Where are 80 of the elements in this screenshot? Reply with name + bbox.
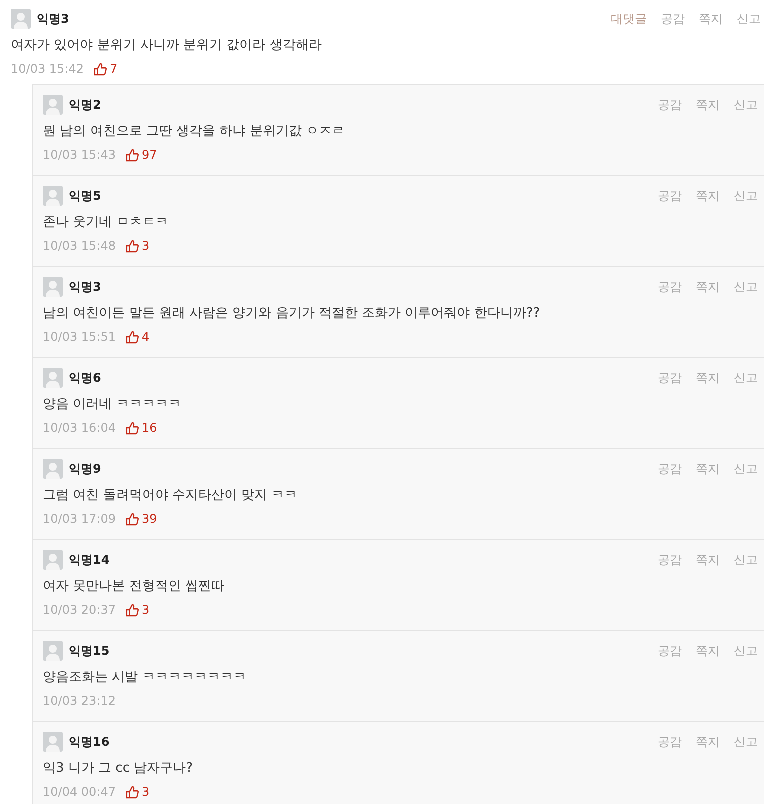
comment-time: 10/03 23:12 [43,694,116,708]
comment-action-link[interactable]: 신고 [734,642,758,660]
thumbs-up-icon [126,786,139,798]
thumbs-up-icon [94,62,107,76]
comment-action-link[interactable]: 공감 [658,370,682,386]
comment-time: 10/03 16:04 [43,421,116,435]
comment-action-link[interactable]: 공감 [658,188,682,204]
avatar-icon [43,732,63,752]
comment-text: 양음 이러네 ㅋㅋㅋㅋㅋ [43,396,182,414]
like-count: 97 [142,148,158,162]
like-count: 3 [142,785,150,799]
avatar-icon [11,9,31,29]
comment-text: 익3 니가 그 cc 남자구나? [43,760,194,778]
comment-action-link[interactable]: 공감 [661,10,685,28]
comment-time: 10/03 15:51 [43,330,116,344]
avatar-icon [43,95,63,115]
comment-text: 여자가 있어야 분위기 사니까 분위기 값이라 생각해라 [11,37,323,55]
comment-action-link[interactable]: 신고 [734,734,758,750]
comment-action-link[interactable]: 공감 [658,460,682,478]
author-name: 익명5 [69,188,102,204]
comment-action-link[interactable]: 신고 [734,370,758,386]
comment-action-link[interactable]: 신고 [734,552,758,568]
author-name: 익명2 [69,96,102,114]
like-count: 39 [142,512,158,526]
comment-action-link[interactable]: 쪽지 [696,642,720,660]
thumbs-up-icon [126,604,139,616]
comment-action-link[interactable]: 쪽지 [696,96,720,114]
thumbs-up-icon [126,422,139,434]
comment-time: 10/03 15:48 [43,239,116,253]
like-count: 3 [142,603,150,617]
author-name: 익명3 [69,278,102,296]
comment-action-link[interactable]: 신고 [734,96,758,114]
comment-time: 10/03 15:42 [11,62,84,76]
comment-time: 10/04 00:47 [43,785,116,799]
thumbs-up-icon [126,330,139,344]
avatar-icon [43,459,63,479]
comment-action-link[interactable]: 쪽지 [696,188,720,204]
comment-text: 그럼 여친 돌려먹어야 수지타산이 맞지 ㅋㅋ [43,487,299,505]
comment-action-link[interactable]: 쪽지 [696,460,720,478]
avatar-icon [43,368,63,388]
author-name: 익명14 [69,552,110,568]
like-count: 7 [110,62,118,76]
avatar-icon [43,641,63,661]
comment-text: 양음조화는 시발 ㅋㅋㅋㅋㅋㅋㅋㅋ [43,669,248,687]
comment-action-link[interactable]: 대댓글 [611,10,647,28]
comment-action-link[interactable]: 신고 [734,460,758,478]
comment-action-link[interactable]: 신고 [734,278,758,296]
author-name: 익명6 [69,370,102,386]
author-name: 익명3 [37,10,70,28]
comment-action-link[interactable]: 쪽지 [696,278,720,296]
author-name: 익명16 [69,734,110,750]
author-name: 익명15 [69,642,110,660]
comment-action-link[interactable]: 공감 [658,552,682,568]
author-name: 익명9 [69,460,102,478]
thumbs-up-icon [126,512,139,526]
comment-action-link[interactable]: 쪽지 [699,10,723,28]
comment-text: 여자 못만나본 전형적인 씹찐따 [43,578,226,596]
comment-action-link[interactable]: 신고 [734,188,758,204]
like-count: 16 [142,421,158,435]
avatar-icon [43,550,63,570]
comment-action-link[interactable]: 공감 [658,734,682,750]
thumbs-up-icon [126,240,139,252]
comment-action-link[interactable]: 신고 [737,10,761,28]
comment-text: 뭔 남의 여친으로 그딴 생각을 하냐 분위기값 ㅇㅈㄹ [43,123,346,141]
comment-action-link[interactable]: 공감 [658,96,682,114]
comment-text: 남의 여친이든 말든 원래 사람은 양기와 음기가 적절한 조화가 이루어줘야 한다니까?? [43,305,542,323]
comment-text: 존나 웃기네 ㅁㅊㅌㅋ [43,214,170,232]
comment-action-link[interactable]: 쪽지 [696,734,720,750]
avatar-icon [43,277,63,297]
avatar-icon [43,186,63,206]
comment-action-link[interactable]: 공감 [658,642,682,660]
thumbs-up-icon [126,148,139,162]
like-count: 3 [142,239,150,253]
comment-action-link[interactable]: 공감 [658,278,682,296]
comment-time: 10/03 15:43 [43,148,116,162]
comment-action-link[interactable]: 쪽지 [696,552,720,568]
comment-time: 10/03 17:09 [43,512,116,526]
like-count: 4 [142,330,150,344]
comment-action-link[interactable]: 쪽지 [696,370,720,386]
comment-time: 10/03 20:37 [43,603,116,617]
